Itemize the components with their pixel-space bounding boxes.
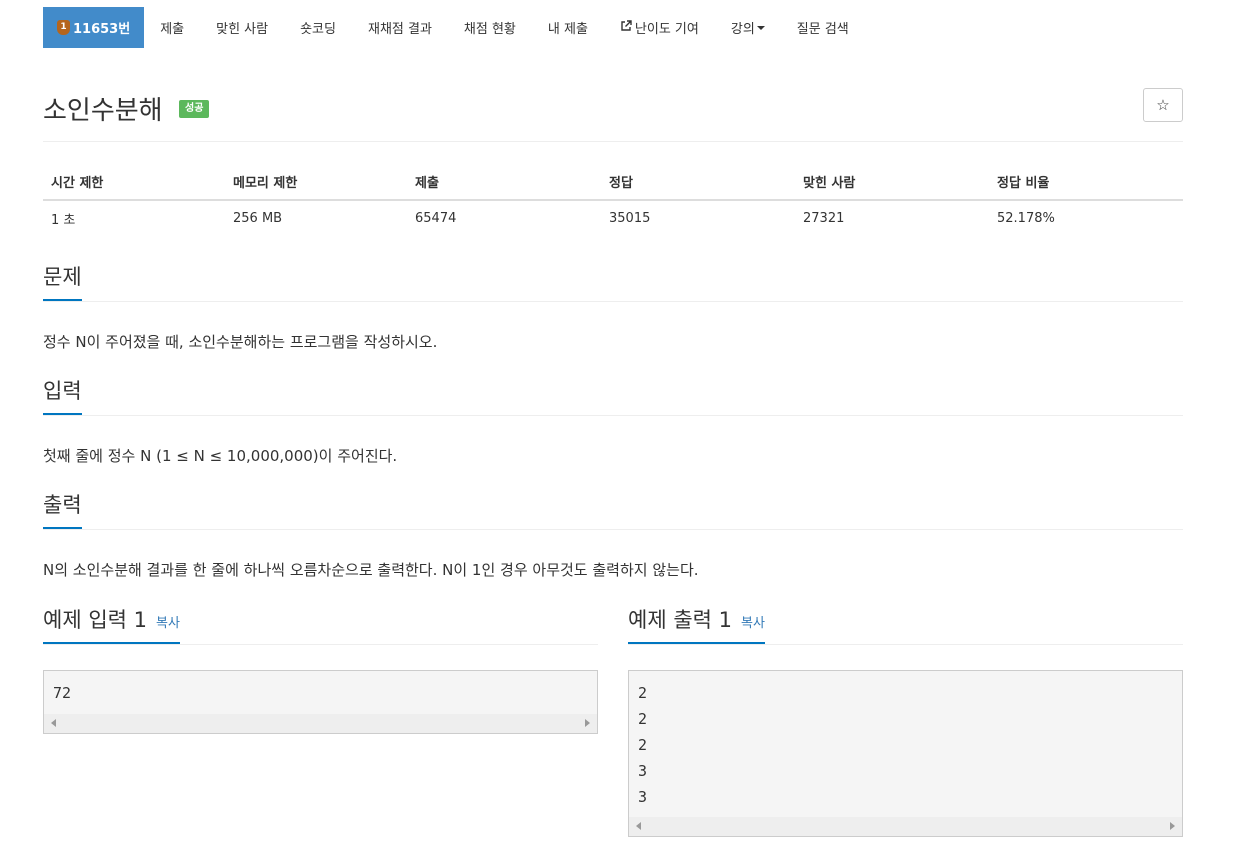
output-section: 출력 N의 소인수분해 결과를 한 줄에 하나씩 오름차순으로 출력한다. N이… xyxy=(43,487,1183,587)
nav-lectures-dropdown[interactable]: 강의 xyxy=(715,7,781,48)
difficulty-contribution-label: 난이도 기여 xyxy=(634,22,699,37)
nav-problem-id[interactable]: 1 11653번 xyxy=(43,7,145,48)
problem-header: 소인수분해 성공 ☆ xyxy=(43,86,1183,142)
problem-nav: 1 11653번 제출 맞힌 사람 숏코딩 재채점 결과 채점 현황 내 제출 … xyxy=(43,7,865,48)
nav-solved-users[interactable]: 맞힌 사람 xyxy=(200,7,284,48)
sample-input-title: 예제 입력 1 복사 xyxy=(43,604,180,644)
favorite-button[interactable]: ☆ xyxy=(1143,88,1183,122)
nav-submit[interactable]: 제출 xyxy=(144,7,200,48)
lectures-label: 강의 xyxy=(730,22,755,37)
sample-output-box[interactable]: 2 2 2 3 3 xyxy=(628,670,1183,837)
input-title: 입력 xyxy=(43,375,82,415)
sample-output-line: 3 xyxy=(638,762,648,780)
sample-output-line: 2 xyxy=(638,736,648,754)
nav-my-submissions[interactable]: 내 제출 xyxy=(532,7,604,48)
copy-sample-input-link[interactable]: 복사 xyxy=(156,612,180,631)
horizontal-scrollbar[interactable] xyxy=(44,714,597,733)
output-title: 출력 xyxy=(43,489,82,529)
status-badge: 성공 xyxy=(179,100,210,118)
scroll-left-icon[interactable] xyxy=(636,822,641,830)
header-solved-users: 맞힌 사람 xyxy=(795,162,989,201)
sample-output-line: 3 xyxy=(638,788,648,806)
table-header-row: 시간 제한 메모리 제한 제출 정답 맞힌 사람 정답 비율 xyxy=(43,162,1183,201)
memory-limit-value: 256 MB xyxy=(225,200,407,237)
sample-output-section: 예제 출력 1 복사 xyxy=(628,602,1183,646)
scroll-right-icon[interactable] xyxy=(1170,822,1175,830)
sample-output-line: 2 xyxy=(638,710,648,728)
solved-users-value: 27321 xyxy=(795,200,989,237)
output-text: N의 소인수분해 결과를 한 줄에 하나씩 오름차순으로 출력한다. N이 1인… xyxy=(43,561,699,579)
nav-short-coding[interactable]: 숏코딩 xyxy=(284,7,352,48)
description-title: 문제 xyxy=(43,261,82,301)
star-icon: ☆ xyxy=(1156,96,1170,114)
input-section: 입력 첫째 줄에 정수 N (1 ≤ N ≤ 10,000,000)이 주어진다… xyxy=(43,373,1183,473)
nav-difficulty-contribution[interactable]: 난이도 기여 xyxy=(604,7,715,48)
input-text: 첫째 줄에 정수 N (1 ≤ N ≤ 10,000,000)이 주어진다. xyxy=(43,447,398,465)
sample-output-line: 2 xyxy=(638,684,648,702)
scroll-left-icon[interactable] xyxy=(51,719,56,727)
nav-question-search[interactable]: 질문 검색 xyxy=(781,7,865,48)
nav-rejudge-results[interactable]: 재채점 결과 xyxy=(352,7,448,48)
sample-input-box[interactable]: 72 xyxy=(43,670,598,734)
chevron-down-icon xyxy=(756,25,765,30)
problem-info-table: 시간 제한 메모리 제한 제출 정답 맞힌 사람 정답 비율 1 초 256 M… xyxy=(43,162,1183,237)
sample-output-title: 예제 출력 1 복사 xyxy=(628,604,765,644)
header-memory-limit: 메모리 제한 xyxy=(225,162,407,201)
header-accepted: 정답 xyxy=(601,162,795,201)
header-accept-ratio: 정답 비율 xyxy=(989,162,1183,201)
header-time-limit: 시간 제한 xyxy=(43,162,225,201)
description-text: 정수 N이 주어졌을 때, 소인수분해하는 프로그램을 작성하시오. xyxy=(43,333,438,351)
table-row: 1 초 256 MB 65474 35015 27321 52.178% xyxy=(43,200,1183,237)
problem-id-label: 11653번 xyxy=(73,22,131,37)
external-link-icon xyxy=(620,20,632,35)
sample-input-heading: 예제 입력 1 xyxy=(43,608,147,632)
accepted-value: 35015 xyxy=(601,200,795,237)
time-limit-value: 1 초 xyxy=(43,200,225,237)
scroll-right-icon[interactable] xyxy=(585,719,590,727)
bronze-tier-icon: 1 xyxy=(57,20,70,35)
nav-judge-status[interactable]: 채점 현황 xyxy=(448,7,532,48)
sample-input-section: 예제 입력 1 복사 xyxy=(43,602,598,646)
submissions-value: 65474 xyxy=(407,200,601,237)
page-title: 소인수분해 xyxy=(43,96,163,126)
description-section: 문제 정수 N이 주어졌을 때, 소인수분해하는 프로그램을 작성하시오. xyxy=(43,259,1183,359)
horizontal-scrollbar[interactable] xyxy=(629,817,1182,836)
sample-input-line: 72 xyxy=(53,684,72,702)
header-submissions: 제출 xyxy=(407,162,601,201)
accept-ratio-value: 52.178% xyxy=(989,200,1183,237)
copy-sample-output-link[interactable]: 복사 xyxy=(741,612,765,631)
sample-output-heading: 예제 출력 1 xyxy=(628,608,732,632)
